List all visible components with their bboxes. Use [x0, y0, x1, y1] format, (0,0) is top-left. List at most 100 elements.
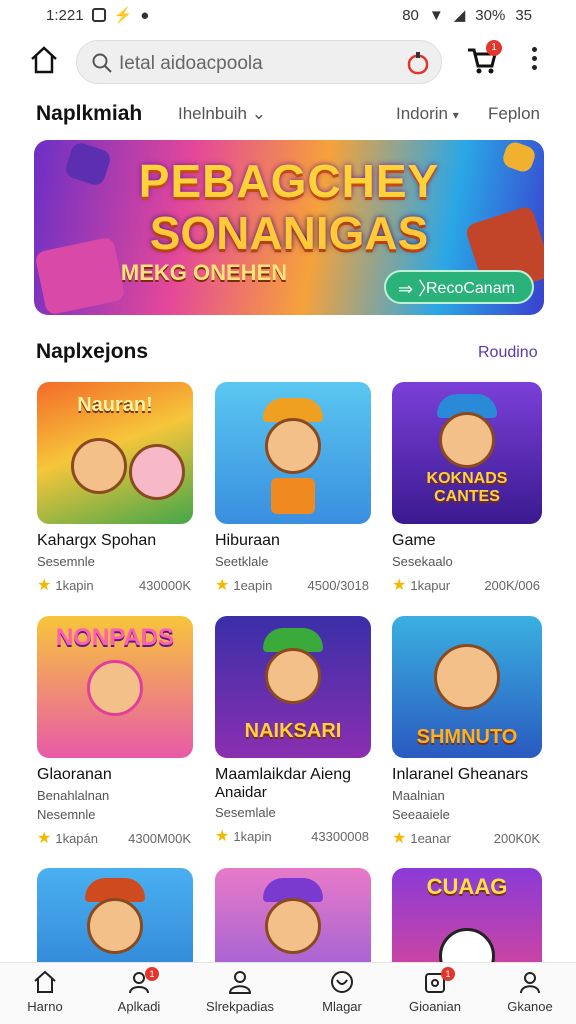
tab-games[interactable]: Mlagar	[294, 969, 390, 1014]
app-downloads: 4500/3018	[307, 577, 369, 593]
chevron-down-icon: ▾	[452, 108, 459, 122]
thumbnail-text: Nauran!	[77, 394, 153, 416]
tab-profile[interactable]: Gkanoe	[482, 969, 576, 1014]
app-card[interactable]: NAIKSARI Maamlaikdar Aieng Anaidar Sesem…	[215, 616, 371, 846]
battery-text: 30%	[475, 6, 506, 24]
wifi-icon: ▼	[428, 6, 444, 24]
cart-button[interactable]: 1	[464, 40, 502, 78]
search-placeholder: Ietal aidoacpoola	[119, 53, 263, 74]
people-icon	[228, 971, 252, 994]
nav-item-1-label: Ihelnbuih	[178, 104, 248, 123]
notification-icon	[91, 8, 106, 22]
app-thumbnail: NAIKSARI	[215, 616, 371, 758]
search-icon	[92, 53, 112, 73]
app-thumbnail: SHMNUTO	[392, 616, 542, 758]
nav-item-3[interactable]: Feplon	[488, 104, 540, 124]
banner-cta-button[interactable]: ⇒ 〉 RecoCanam	[384, 270, 534, 304]
thumbnail-text: NONPADS	[55, 624, 175, 651]
app-meta: ★ 1kapin 43300008	[215, 826, 371, 846]
character-art	[271, 478, 315, 514]
app-thumbnail	[215, 382, 371, 524]
app-card[interactable]: Hiburaan Seetklale ★ 1eapin 4500/3018	[215, 382, 371, 595]
star-icon: ★	[215, 828, 230, 845]
status-extra: 35	[515, 6, 532, 24]
app-card[interactable]: SHMNUTO Inlaranel Gheanars Maalnian Seea…	[392, 616, 542, 848]
tab-label: Slrekpadias	[206, 999, 274, 1014]
app-meta: ★ 1kapán 4300M00K	[37, 828, 193, 848]
profile-icon	[520, 972, 540, 994]
app-subtitle: Sesemlale	[215, 805, 276, 820]
thumbnail-text: SHMNUTO	[416, 726, 518, 748]
app-title: Inlaranel Gheanars	[392, 766, 529, 783]
app-rating: 1eanar	[410, 830, 451, 846]
star-icon: ★	[37, 830, 52, 847]
character-art	[87, 898, 143, 954]
star-icon: ★	[392, 577, 407, 594]
tab-label: Gkanoe	[507, 999, 553, 1014]
top-bar: Ietal aidoacpoola 1	[0, 30, 576, 92]
section-see-all-link[interactable]: Roudino	[478, 344, 538, 362]
cart-badge: 1	[486, 40, 502, 56]
character-art	[129, 444, 185, 500]
thumbnail-text: KOKNADS CANTES	[426, 470, 508, 505]
app-subtitle: Sesekaalo	[392, 554, 453, 569]
tab-badge: 1	[145, 967, 159, 981]
tab-home[interactable]: Harno	[0, 969, 93, 1014]
category-nav: Naplkmiah Ihelnbuih ⌄ Indorin ▾ Feplon	[0, 98, 576, 130]
app-title: Glaoranan	[37, 766, 112, 783]
character-art	[434, 644, 500, 710]
app-thumbnail: Nauran!	[37, 382, 193, 524]
app-card[interactable]: NONPADS Glaoranan Benahlalnan Nesemnle ★…	[37, 616, 193, 848]
camera-icon[interactable]	[407, 51, 429, 75]
character-art	[265, 418, 321, 474]
app-title: Maamlaikdar Aieng	[215, 766, 352, 783]
bolt-icon: ⚡	[113, 7, 133, 24]
home-icon	[34, 970, 56, 993]
app-rating: 1kapin	[233, 828, 272, 844]
character-art	[265, 648, 321, 704]
banner-headline-1: PEBAGCHEY	[138, 155, 440, 207]
app-rating: 1kapin	[55, 577, 94, 593]
character-art	[71, 438, 127, 494]
app-subtitle: Nesemnle	[37, 807, 96, 822]
arrow-right-icon: ⇒ 〉	[398, 279, 437, 299]
thumbnail-text: CUAAG	[426, 874, 508, 899]
app-downloads: 4300M00K	[128, 830, 191, 846]
tab-label: Mlagar	[322, 999, 362, 1014]
tab-library[interactable]: 1 Gioanian	[387, 967, 483, 1014]
app-meta: ★ 1kapin 430000K	[37, 575, 193, 595]
tab-label: Harno	[27, 999, 63, 1014]
promo-banner[interactable]: PEBAGCHEY SONANIGAS MEKG ONEHEN ⇒ 〉 Reco…	[34, 140, 544, 315]
app-icon: ●	[140, 6, 150, 24]
home-icon[interactable]	[28, 44, 60, 76]
nav-item-1[interactable]: Ihelnbuih ⌄	[178, 104, 266, 124]
app-thumbnail: KOKNADS CANTES	[392, 382, 542, 524]
status-digits: 80	[402, 6, 419, 24]
search-bar[interactable]: Ietal aidoacpoola	[76, 40, 442, 84]
bottom-tab-bar: Harno 1 Aplkadi Slrekpadias Mlagar 1 Gio…	[0, 962, 576, 1024]
app-card[interactable]: Nauran! Kahargx Spohan Sesemnle ★ 1kapin 4…	[37, 382, 193, 595]
character-art	[87, 660, 143, 716]
app-rating: 1kapán	[55, 830, 98, 846]
nav-item-2-label: Indorin	[396, 104, 448, 123]
banner-cta-label: RecoCanam	[426, 280, 515, 297]
status-time: 1:221	[46, 6, 84, 24]
section-title: Naplxejons	[36, 340, 149, 363]
app-meta: ★ 1eapin 4500/3018	[215, 575, 371, 595]
character-art	[265, 898, 321, 954]
tab-categories[interactable]: Slrekpadias	[192, 969, 288, 1014]
nav-title: Naplkmiah	[36, 102, 143, 125]
app-title: Kahargx Spohan	[37, 532, 157, 549]
tab-apps[interactable]: 1 Aplkadi	[91, 967, 187, 1014]
section-header: Naplxejons Roudino	[0, 338, 576, 368]
more-options-icon[interactable]	[526, 44, 542, 76]
app-subtitle-2: Benahlalnan	[37, 788, 110, 803]
thumbnail-text: NAIKSARI	[244, 720, 342, 742]
nav-item-2[interactable]: Indorin ▾	[396, 104, 459, 124]
signal-icon: ◢	[453, 7, 466, 24]
app-card[interactable]: KOKNADS CANTES Game Sesekaalo ★ 1kapur 200…	[392, 382, 542, 595]
app-rating: 1kapur	[410, 577, 451, 593]
star-icon: ★	[215, 577, 230, 594]
star-icon: ★	[392, 830, 407, 847]
app-downloads: 200K0K	[493, 830, 540, 846]
